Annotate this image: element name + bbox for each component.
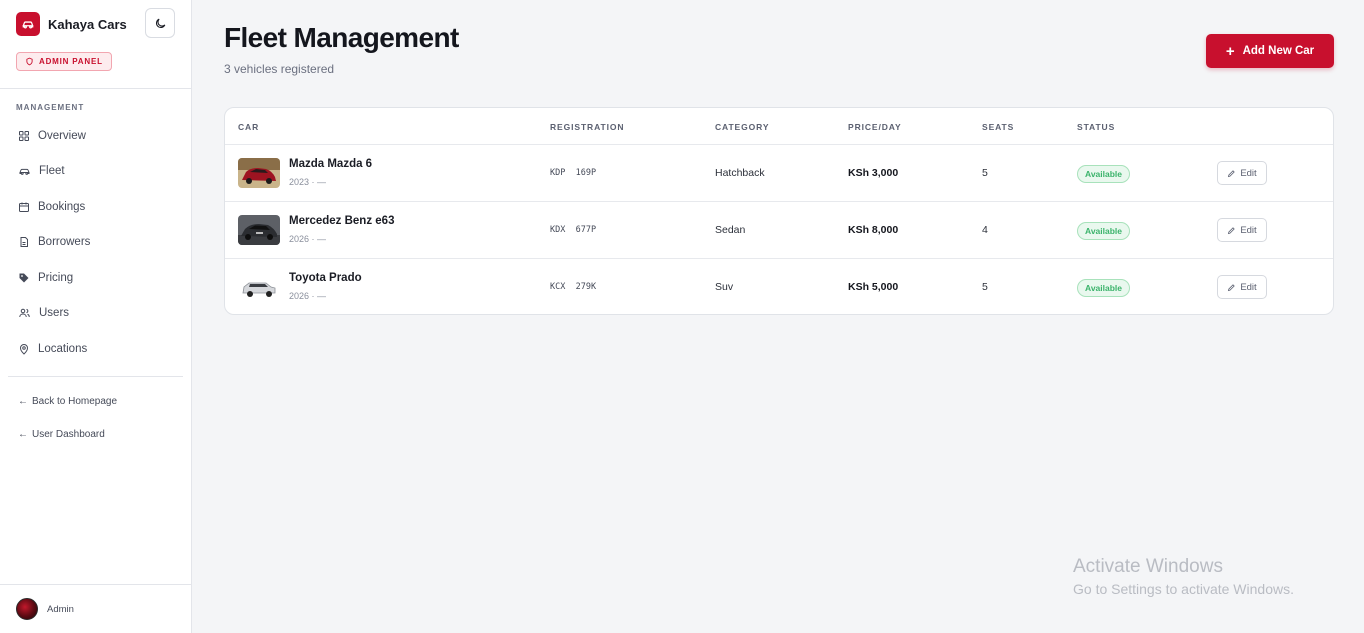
sidebar-item-locations[interactable]: Locations	[8, 331, 184, 367]
sidebar-item-bookings[interactable]: Bookings	[8, 189, 184, 225]
sidebar-item-overview[interactable]: Overview	[8, 118, 184, 154]
pencil-icon	[1228, 169, 1236, 177]
seats: 5	[982, 281, 988, 293]
fleet-table: CAR REGISTRATION CATEGORY PRICE/DAY SEAT…	[224, 107, 1334, 315]
sidebar-item-borrowers[interactable]: Borrowers	[8, 225, 184, 261]
edit-label: Edit	[1240, 281, 1257, 293]
status-badge: Available	[1077, 222, 1131, 240]
car-name: Toyota Prado	[289, 272, 362, 284]
admin-panel-label: ADMIN PANEL	[39, 57, 103, 66]
status-badge: Available	[1077, 279, 1131, 297]
category: Hatchback	[715, 167, 765, 179]
status-badge: Available	[1077, 165, 1131, 183]
sidebar-item-fleet[interactable]: Fleet	[8, 154, 184, 190]
back-to-homepage-label: Back to Homepage	[32, 396, 118, 407]
sidebar: Kahaya Cars ADMIN PANEL MANAGEMENT Overv…	[0, 0, 192, 633]
table-row[interactable]: Mercedez Benz e63 2026 · — KDX 677P Seda…	[225, 202, 1333, 259]
edit-button[interactable]: Edit	[1217, 275, 1267, 299]
divider	[8, 376, 183, 377]
page-subtitle: 3 vehicles registered	[224, 62, 335, 76]
map-pin-icon	[19, 343, 29, 355]
sidebar-nav: Overview Fleet Bookings Borrowers Pricin…	[8, 118, 184, 367]
grid-icon	[19, 130, 29, 141]
user-dashboard-link[interactable]: ← User Dashboard	[18, 429, 105, 440]
add-new-car-button[interactable]: + Add New Car	[1206, 34, 1334, 68]
sidebar-item-label: Fleet	[39, 165, 65, 178]
price-per-day: KSh 8,000	[848, 224, 899, 236]
activate-windows-watermark: Activate Windows Go to Settings to activ…	[1073, 556, 1294, 597]
edit-label: Edit	[1240, 224, 1257, 236]
divider	[0, 584, 191, 585]
car-year: 2026 · —	[289, 291, 327, 301]
admin-panel-badge: ADMIN PANEL	[16, 52, 112, 71]
user-profile[interactable]: Admin	[16, 598, 74, 620]
car-thumbnail	[238, 158, 280, 188]
page-title: Fleet Management	[224, 22, 459, 53]
car-name: Mercedez Benz e63	[289, 215, 395, 227]
table-header: CAR REGISTRATION CATEGORY PRICE/DAY SEAT…	[225, 108, 1333, 145]
plus-icon: +	[1225, 42, 1235, 60]
edit-button[interactable]: Edit	[1217, 161, 1267, 185]
seats: 5	[982, 167, 988, 179]
pencil-icon	[1228, 226, 1236, 234]
category: Suv	[715, 281, 734, 293]
moon-icon	[155, 18, 165, 28]
section-label-management: MANAGEMENT	[16, 103, 85, 112]
column-header-registration: REGISTRATION	[550, 122, 625, 132]
sidebar-item-label: Pricing	[38, 271, 74, 284]
sidebar-item-label: Locations	[38, 342, 88, 355]
column-header-status: STATUS	[1077, 122, 1116, 132]
divider	[0, 88, 191, 89]
edit-label: Edit	[1240, 167, 1257, 179]
column-header-seats: SEATS	[982, 122, 1015, 132]
registration: KDP 169P	[550, 168, 597, 178]
column-header-price: PRICE/DAY	[848, 122, 902, 132]
shield-icon	[26, 57, 33, 66]
category: Sedan	[715, 224, 746, 236]
sidebar-item-pricing[interactable]: Pricing	[8, 260, 184, 296]
back-to-homepage-link[interactable]: ← Back to Homepage	[18, 396, 117, 407]
registration: KDX 677P	[550, 225, 597, 235]
arrow-left-icon: ←	[18, 429, 28, 440]
user-name: Admin	[47, 603, 74, 615]
price-per-day: KSh 3,000	[848, 167, 899, 179]
document-icon	[20, 237, 28, 248]
car-icon	[19, 169, 30, 176]
car-thumbnail	[238, 215, 280, 245]
car-year: 2026 · —	[289, 234, 327, 244]
status-label: Available	[1085, 283, 1123, 293]
pencil-icon	[1228, 283, 1236, 291]
arrow-left-icon: ←	[18, 396, 28, 407]
add-new-car-label: Add New Car	[1242, 45, 1315, 57]
sidebar-item-label: Borrowers	[38, 236, 91, 249]
car-thumbnail	[238, 272, 280, 302]
column-header-category: CATEGORY	[715, 122, 770, 132]
user-dashboard-label: User Dashboard	[32, 429, 105, 440]
brand-name: Kahaya Cars	[48, 16, 127, 32]
avatar	[16, 598, 38, 620]
sidebar-item-label: Users	[39, 307, 70, 320]
watermark-title: Activate Windows	[1073, 556, 1223, 577]
sidebar-item-label: Overview	[38, 129, 86, 142]
users-icon	[19, 309, 30, 318]
theme-toggle-button[interactable]	[145, 8, 175, 38]
watermark-subtitle: Go to Settings to activate Windows.	[1073, 581, 1294, 597]
registration: KCX 279K	[550, 282, 597, 292]
car-logo-icon	[16, 12, 40, 36]
table-row[interactable]: Toyota Prado 2026 · — KCX 279K Suv KSh 5…	[225, 259, 1333, 314]
calendar-icon	[19, 202, 29, 212]
edit-button[interactable]: Edit	[1217, 218, 1267, 242]
table-row[interactable]: Mazda Mazda 6 2023 · — KDP 169P Hatchbac…	[225, 145, 1333, 202]
car-name: Mazda Mazda 6	[289, 158, 373, 170]
car-year: 2023 · —	[289, 177, 327, 187]
price-per-day: KSh 5,000	[848, 281, 899, 293]
status-label: Available	[1085, 226, 1123, 236]
sidebar-item-users[interactable]: Users	[8, 296, 184, 332]
column-header-car: CAR	[238, 122, 260, 132]
seats: 4	[982, 224, 988, 236]
status-label: Available	[1085, 169, 1123, 179]
sidebar-item-label: Bookings	[38, 200, 86, 213]
tag-icon	[19, 273, 29, 283]
